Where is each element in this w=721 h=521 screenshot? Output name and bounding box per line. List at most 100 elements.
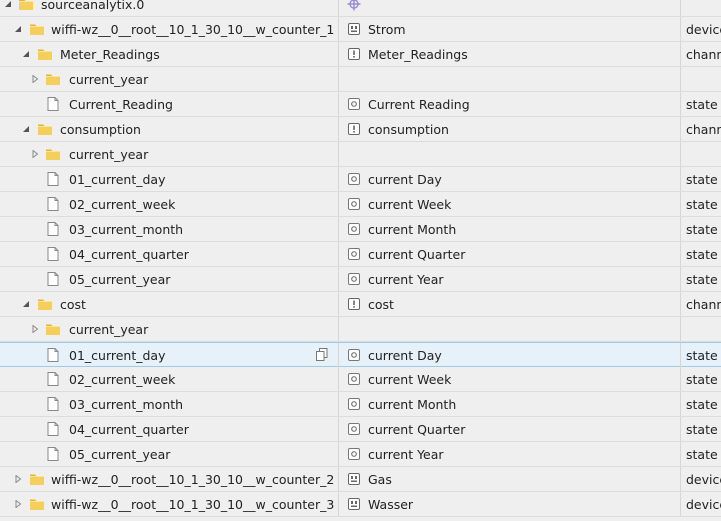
tree-row[interactable]: 01_current_day current Day state	[0, 167, 721, 192]
folder-icon	[29, 21, 45, 37]
object-type: state	[686, 397, 718, 412]
tree-row[interactable]: Meter_Readings Meter_Readings channel	[0, 42, 721, 67]
object-type: state	[686, 348, 718, 363]
tree-row[interactable]: 05_current_year current Year state	[0, 442, 721, 467]
type-cell: state	[681, 367, 721, 391]
object-name: current Month	[368, 397, 457, 412]
object-id: Current_Reading	[69, 97, 173, 112]
id-cell[interactable]: cost	[0, 292, 339, 316]
caret-expanded-icon[interactable]	[14, 25, 22, 33]
tree-row[interactable]: wiffi-wz__0__root__10_1_30_10__w_counter…	[0, 17, 721, 42]
object-type: channel	[686, 47, 721, 62]
state-icon	[347, 197, 361, 211]
object-type: state	[686, 247, 718, 262]
id-cell[interactable]: 03_current_month	[0, 392, 339, 416]
object-name: Current Reading	[368, 97, 470, 112]
id-cell[interactable]: current_year	[0, 317, 339, 341]
id-cell[interactable]: 02_current_week	[0, 367, 339, 391]
tree-row[interactable]: 03_current_month current Month state	[0, 217, 721, 242]
object-id: cost	[60, 297, 86, 312]
tree-row[interactable]: 05_current_year current Year state	[0, 267, 721, 292]
type-cell: state	[681, 217, 721, 241]
object-type: device	[686, 497, 721, 512]
tree-row[interactable]: Current_Reading Current Reading state	[0, 92, 721, 117]
type-cell: state	[681, 442, 721, 466]
object-type: state	[686, 372, 718, 387]
id-cell[interactable]: 01_current_day	[0, 343, 339, 367]
id-cell[interactable]: 01_current_day	[0, 167, 339, 191]
object-name: cost	[368, 297, 394, 312]
folder-icon	[37, 296, 53, 312]
file-icon	[45, 246, 61, 262]
type-cell: device	[681, 467, 721, 491]
object-id: 01_current_day	[69, 348, 166, 363]
object-id: current_year	[69, 322, 149, 337]
copy-icon[interactable]	[316, 348, 328, 361]
file-icon	[45, 347, 61, 363]
object-name: Meter_Readings	[368, 47, 468, 62]
tree-row[interactable]: 04_current_quarter current Quarter state	[0, 417, 721, 442]
caret-collapsed-icon[interactable]	[14, 475, 22, 483]
caret-expanded-icon[interactable]	[22, 125, 30, 133]
id-cell[interactable]: wiffi-wz__0__root__10_1_30_10__w_counter…	[0, 17, 339, 41]
tree-row[interactable]: consumption consumption channel	[0, 117, 721, 142]
object-id: 03_current_month	[69, 222, 184, 237]
id-cell[interactable]: 04_current_quarter	[0, 417, 339, 441]
object-name: current Week	[368, 372, 452, 387]
type-cell	[681, 0, 721, 16]
id-cell[interactable]: 05_current_year	[0, 267, 339, 291]
type-cell: state	[681, 242, 721, 266]
state-icon	[347, 172, 361, 186]
tree-row[interactable]: 04_current_quarter current Quarter state	[0, 242, 721, 267]
type-cell: state	[681, 392, 721, 416]
object-name: Gas	[368, 472, 392, 487]
type-cell: state	[681, 343, 721, 367]
tree-row[interactable]: 02_current_week current Week state	[0, 367, 721, 392]
object-type: state	[686, 447, 718, 462]
type-cell: state	[681, 92, 721, 116]
id-cell[interactable]: 05_current_year	[0, 442, 339, 466]
id-cell[interactable]: consumption	[0, 117, 339, 141]
tree-row[interactable]: 03_current_month current Month state	[0, 392, 721, 417]
caret-expanded-icon[interactable]	[22, 50, 30, 58]
id-cell[interactable]: Meter_Readings	[0, 42, 339, 66]
caret-expanded-icon[interactable]	[22, 300, 30, 308]
name-cell: Strom	[339, 17, 681, 41]
caret-collapsed-icon[interactable]	[31, 325, 39, 333]
tree-row[interactable]: wiffi-wz__0__root__10_1_30_10__w_counter…	[0, 492, 721, 517]
id-cell[interactable]: current_year	[0, 67, 339, 91]
type-cell	[681, 317, 721, 341]
folder-icon	[29, 496, 45, 512]
channel-icon	[347, 122, 361, 136]
file-icon	[45, 271, 61, 287]
id-cell[interactable]: 02_current_week	[0, 192, 339, 216]
id-cell[interactable]: Current_Reading	[0, 92, 339, 116]
id-cell[interactable]: 04_current_quarter	[0, 242, 339, 266]
id-cell[interactable]: wiffi-wz__0__root__10_1_30_10__w_counter…	[0, 467, 339, 491]
tree-row[interactable]: 01_current_day current Day state	[0, 342, 721, 367]
id-cell[interactable]: sourceanalytix.0	[0, 0, 339, 16]
caret-collapsed-icon[interactable]	[31, 150, 39, 158]
caret-collapsed-icon[interactable]	[31, 75, 39, 83]
file-icon	[45, 396, 61, 412]
object-id: 04_current_quarter	[69, 422, 189, 437]
tree-row[interactable]: 02_current_week current Week state	[0, 192, 721, 217]
tree-row[interactable]: cost cost channel	[0, 292, 721, 317]
name-cell: current Year	[339, 267, 681, 291]
state-icon	[347, 97, 361, 111]
tree-row[interactable]: wiffi-wz__0__root__10_1_30_10__w_counter…	[0, 467, 721, 492]
name-cell: Current Reading	[339, 92, 681, 116]
tree-row[interactable]: current_year	[0, 317, 721, 342]
id-cell[interactable]: current_year	[0, 142, 339, 166]
id-cell[interactable]: wiffi-wz__0__root__10_1_30_10__w_counter…	[0, 492, 339, 516]
object-id: current_year	[69, 147, 149, 162]
caret-collapsed-icon[interactable]	[14, 500, 22, 508]
object-id: 01_current_day	[69, 172, 166, 187]
tree-row[interactable]: sourceanalytix.0	[0, 0, 721, 17]
file-icon	[45, 171, 61, 187]
name-cell	[339, 142, 681, 166]
tree-row[interactable]: current_year	[0, 142, 721, 167]
id-cell[interactable]: 03_current_month	[0, 217, 339, 241]
caret-expanded-icon[interactable]	[4, 0, 12, 8]
tree-row[interactable]: current_year	[0, 67, 721, 92]
